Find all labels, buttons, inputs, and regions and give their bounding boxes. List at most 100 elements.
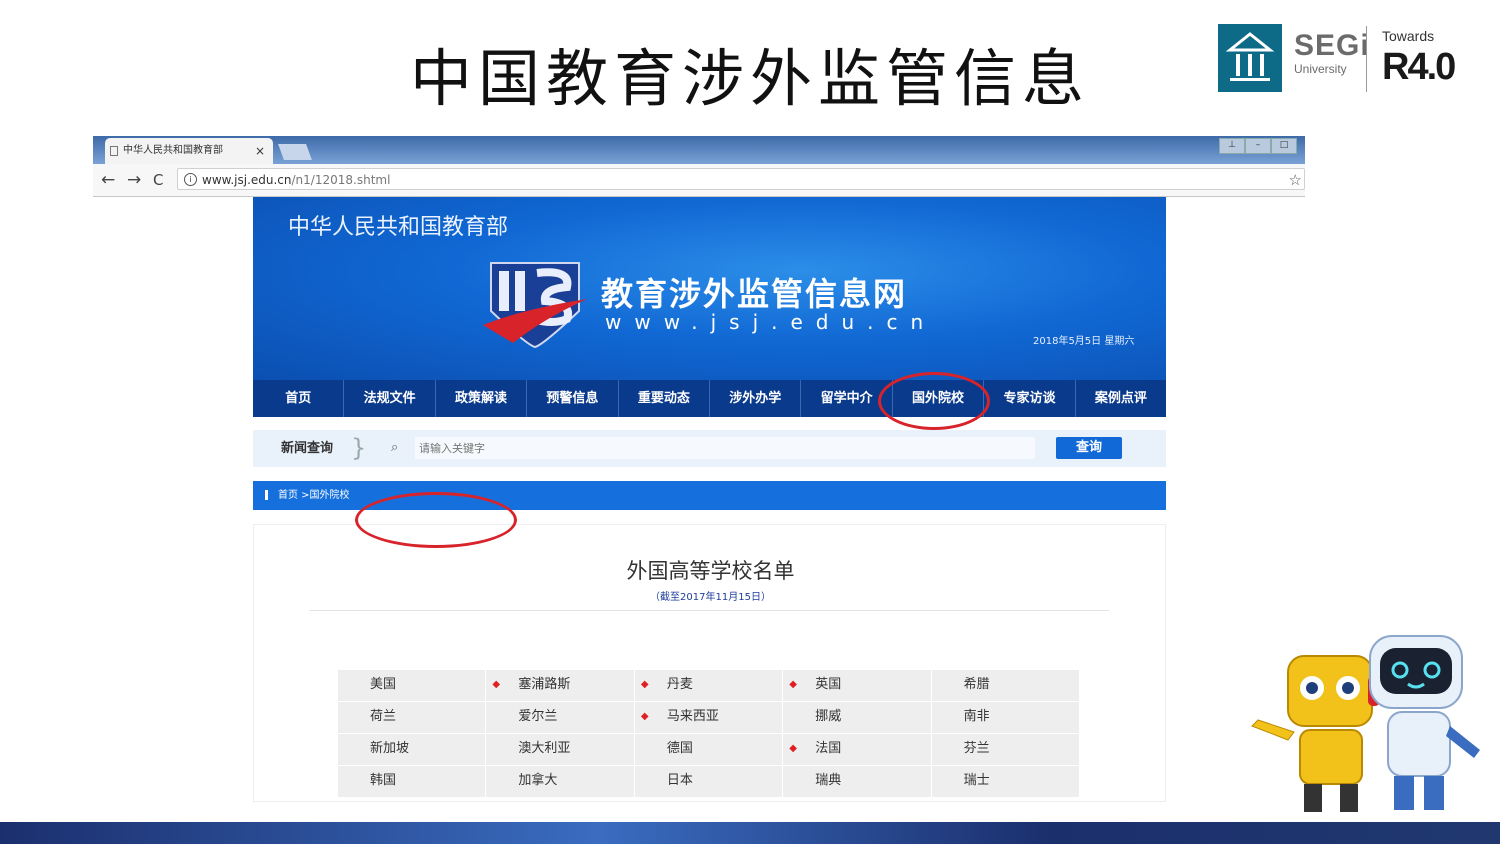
country-cell[interactable]: 爱尔兰 <box>486 702 634 733</box>
country-name: 英国 <box>815 677 842 692</box>
red-diamond-icon: ◆ <box>789 679 797 690</box>
country-cell[interactable]: 韩国 <box>338 766 486 797</box>
browser-toolbar: ← → C i www.jsj.edu.cn/n1/12018.shtml ☆ <box>93 164 1305 196</box>
search-icon: ⌕ <box>391 440 399 455</box>
country-cell[interactable]: 澳大利亚 <box>486 734 634 765</box>
site-url: www.jsj.edu.cn <box>605 310 937 334</box>
country-cell[interactable]: 新加坡 <box>338 734 486 765</box>
country-name: 德国 <box>666 741 693 756</box>
bookmark-star-icon[interactable]: ☆ <box>1289 169 1302 191</box>
country-name: 澳大利亚 <box>518 741 571 756</box>
country-cell[interactable]: 希腊 <box>931 670 1080 701</box>
nav-item-news[interactable]: 重要动态 <box>619 380 711 417</box>
content-panel: 外国高等学校名单 （截至2017年11月15日） 美国 ◆ 塞浦路斯 ◆ 丹麦 ◆ 英国 希腊… <box>253 524 1166 802</box>
highlight-circle-nav <box>878 372 990 430</box>
country-cell[interactable]: ◆ 英国 <box>783 670 931 701</box>
site-banner: 中华人民共和国教育部 教育涉外监管信息网 www.jsj.edu.cn 2018… <box>253 197 1166 380</box>
country-name: 美国 <box>370 677 397 692</box>
nav-item-cases[interactable]: 案例点评 <box>1076 380 1166 417</box>
country-name: 加拿大 <box>518 773 558 788</box>
country-cell[interactable]: ◆ 塞浦路斯 <box>486 670 634 701</box>
country-cell[interactable]: 日本 <box>634 766 783 797</box>
country-name: 丹麦 <box>666 677 693 692</box>
country-name: 挪威 <box>815 709 842 724</box>
country-cell[interactable]: 南非 <box>931 702 1080 733</box>
close-tab-icon[interactable]: × <box>255 138 265 164</box>
brace-icon: } <box>351 434 367 462</box>
country-cell[interactable]: 挪威 <box>783 702 931 733</box>
country-name: 新加坡 <box>370 741 410 756</box>
site-nav: 首页 法规文件 政策解读 预警信息 重要动态 涉外办学 留学中介 国外院校 专家… <box>253 380 1166 417</box>
nav-item-warnings[interactable]: 预警信息 <box>527 380 619 417</box>
new-tab-button[interactable] <box>278 144 312 160</box>
user-icon[interactable]: ⊥ <box>1219 138 1245 154</box>
address-bar[interactable]: i www.jsj.edu.cn/n1/12018.shtml ☆ <box>177 168 1305 190</box>
logo-divider <box>1366 26 1367 92</box>
country-cell[interactable]: 德国 <box>634 734 783 765</box>
country-cell[interactable]: 美国 <box>338 670 486 701</box>
country-name: 法国 <box>815 741 842 756</box>
site-name: 教育涉外监管信息网 <box>601 275 908 313</box>
table-row: 韩国 加拿大 日本 瑞典 瑞士 <box>338 766 1080 798</box>
minimize-icon[interactable]: – <box>1245 138 1271 154</box>
red-diamond-icon: ◆ <box>640 711 649 722</box>
nav-item-joint-schools[interactable]: 涉外办学 <box>710 380 802 417</box>
country-cell[interactable]: ◆ 丹麦 <box>634 670 783 701</box>
country-name: 南非 <box>963 709 990 724</box>
country-name: 爱尔兰 <box>518 709 558 724</box>
info-icon[interactable]: i <box>184 173 197 186</box>
country-name: 韩国 <box>370 773 397 788</box>
search-button[interactable]: 查询 <box>1056 437 1122 459</box>
r40-logo: R4.0 <box>1382 46 1456 88</box>
site-emblem-icon <box>483 259 593 353</box>
reload-icon[interactable]: C <box>153 171 163 189</box>
search-label: 新闻查询 <box>281 441 334 456</box>
breadcrumb-marker <box>265 490 268 500</box>
country-name: 瑞士 <box>963 773 990 788</box>
country-cell[interactable]: 瑞典 <box>783 766 931 797</box>
red-diamond-icon: ◆ <box>789 743 797 754</box>
country-name: 瑞典 <box>815 773 842 788</box>
country-cell[interactable]: 瑞士 <box>931 766 1080 797</box>
country-cell[interactable]: 荷兰 <box>338 702 486 733</box>
search-bar: 新闻查询 } ⌕ 查询 <box>253 430 1166 467</box>
towards-label: Towards <box>1382 28 1435 44</box>
browser-window: 中华人民共和国教育部 × ⊥ – □ ← → C i www.jsj.edu.c… <box>93 136 1305 197</box>
robot-mascots-icon <box>1248 630 1488 824</box>
country-name: 希腊 <box>963 677 990 692</box>
red-diamond-icon: ◆ <box>492 679 501 690</box>
country-name: 芬兰 <box>963 741 990 756</box>
bottom-band <box>0 822 1500 844</box>
country-cell[interactable]: 加拿大 <box>486 766 634 797</box>
breadcrumb-text[interactable]: 首页 >国外院校 <box>278 490 350 501</box>
search-input[interactable] <box>415 437 1035 459</box>
nav-item-regulations[interactable]: 法规文件 <box>344 380 436 417</box>
table-row: 荷兰 爱尔兰 ◆ 马来西亚 挪威 南非 <box>338 702 1080 734</box>
nav-item-home[interactable]: 首页 <box>253 380 345 417</box>
country-name: 塞浦路斯 <box>518 677 571 692</box>
country-name: 马来西亚 <box>666 709 719 724</box>
table-row: 新加坡 澳大利亚 德国 ◆ 法国 芬兰 <box>338 734 1080 766</box>
country-name: 荷兰 <box>370 709 397 724</box>
country-name: 日本 <box>666 773 693 788</box>
divider <box>309 610 1109 611</box>
tab-strip: 中华人民共和国教育部 × ⊥ – □ <box>93 136 1305 164</box>
back-icon[interactable]: ← <box>101 170 115 190</box>
banner-date: 2018年5月5日 星期六 <box>1033 336 1135 347</box>
nav-item-policy[interactable]: 政策解读 <box>436 380 528 417</box>
segi-wordmark: SEGi University <box>1294 29 1370 77</box>
maximize-icon[interactable]: □ <box>1271 138 1297 154</box>
tab-title: 中华人民共和国教育部 <box>123 145 223 156</box>
red-diamond-icon: ◆ <box>640 679 649 690</box>
segi-logo-icon <box>1218 24 1282 92</box>
forward-icon[interactable]: → <box>127 170 141 190</box>
table-row: 美国 ◆ 塞浦路斯 ◆ 丹麦 ◆ 英国 希腊 <box>338 670 1080 702</box>
content-subtitle: （截至2017年11月15日） <box>650 592 771 603</box>
country-cell[interactable]: ◆ 马来西亚 <box>634 702 783 733</box>
nav-item-interviews[interactable]: 专家访谈 <box>984 380 1076 417</box>
page-icon <box>110 146 118 156</box>
country-cell[interactable]: ◆ 法国 <box>783 734 931 765</box>
highlight-circle-malaysia <box>355 492 517 548</box>
browser-tab[interactable]: 中华人民共和国教育部 × <box>105 138 273 164</box>
country-cell[interactable]: 芬兰 <box>931 734 1080 765</box>
